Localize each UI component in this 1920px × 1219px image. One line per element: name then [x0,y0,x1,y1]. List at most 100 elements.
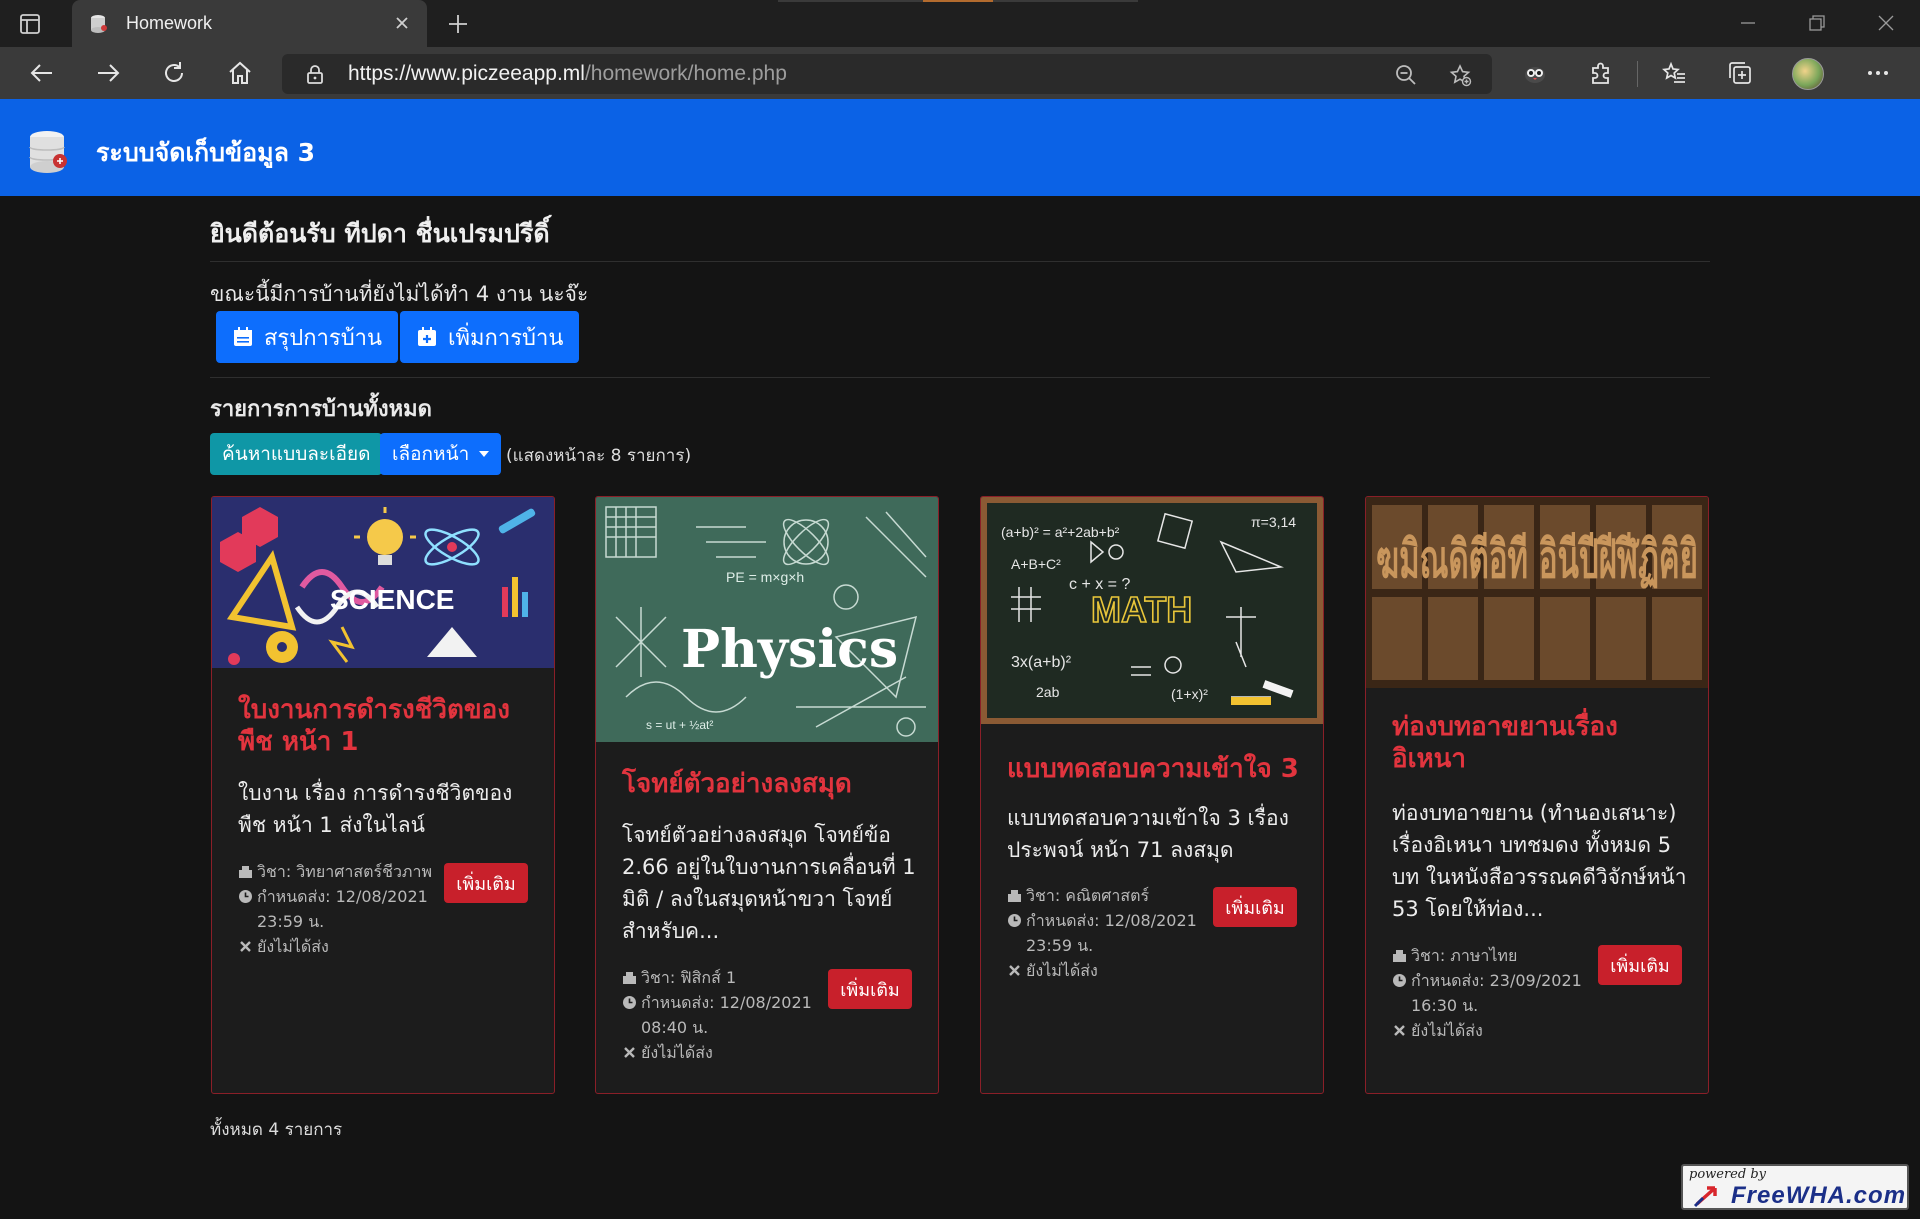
tab-actions-icon[interactable] [18,12,52,36]
card-status: ยังไม่ได้ส่ง [1411,1021,1483,1040]
back-icon[interactable] [28,59,56,87]
more-button[interactable]: เพิ่มเติม [1213,887,1297,927]
url-path: /homework/home.php [584,62,787,85]
homework-card: ฆมิณดิตีอิที อินีปีฝีฬีฏิฅิยิ ท่องบทอาขย… [1365,496,1709,1094]
browser-tab-homework[interactable]: Homework [72,0,427,47]
card-title[interactable]: แบบทดสอบความเข้าใจ 3 [1007,753,1303,785]
card-description: ใบงาน เรื่อง การดำรงชีวิตของพืช หน้า 1 ส… [238,781,513,837]
svg-text:s = ut + ½at²: s = ut + ½at² [646,718,713,732]
toolbar-separator [1637,61,1638,87]
forward-icon[interactable] [94,59,122,87]
favorites-icon[interactable] [1660,59,1688,87]
card-deadline: กำหนดส่ง: 12/08/2021 08:40 น. [641,993,812,1037]
add-homework-button-label: เพิ่มการบ้าน [448,325,564,351]
lock-icon[interactable] [304,63,326,85]
clock-icon [623,996,636,1009]
close-tab-icon[interactable] [391,12,413,34]
image-caption: Physics [681,619,898,680]
new-tab-icon[interactable] [445,11,471,37]
browser-toolbar: https://www.piczeeapp.ml/homework/home.p… [0,47,1920,99]
close-window-icon[interactable] [1871,8,1901,38]
card-description: โจทย์ตัวอย่างลงสมุด โจทย์ข้อ 2.66 อยู่ใน… [622,823,916,943]
browser-tab-bar: Homework [0,0,1920,47]
database-logo-icon[interactable] [26,129,72,175]
powered-by-label: powered by [1689,1167,1766,1182]
svg-text:A+B+C²: A+B+C² [1011,556,1061,572]
card-description: แบบทดสอบความเข้าใจ 3 เรื่อง ประพจน์ หน้า… [1007,806,1289,862]
brand-title[interactable]: ระบบจัดเก็บข้อมูล 3 [96,133,315,173]
image-caption: MATH [1091,589,1192,630]
clock-icon [1008,914,1021,927]
site-navbar: ระบบจัดเก็บข้อมูล 3 [0,99,1920,196]
subject-icon [623,972,636,984]
address-bar[interactable]: https://www.piczeeapp.ml/homework/home.p… [282,54,1492,94]
total-count: ทั้งหมด 4 รายการ [210,1120,343,1140]
subject-icon [239,866,252,878]
powered-by-badge[interactable]: powered by FreeWHA.com [1681,1164,1909,1210]
card-status: ยังไม่ได้ส่ง [1026,961,1098,980]
url-text[interactable]: https://www.piczeeapp.ml/homework/home.p… [348,62,787,86]
x-mark-icon [624,1047,635,1058]
image-caption: SCIENCE [330,584,454,615]
svg-text:3x(a+b)²: 3x(a+b)² [1011,654,1072,671]
card-title[interactable]: โจทย์ตัวอย่างลงสมุด [622,768,918,800]
zoom-out-icon[interactable] [1394,63,1418,87]
page-select-label: เลือกหน้า [392,443,470,465]
clock-icon [239,890,252,903]
add-favorite-icon[interactable] [1448,63,1472,87]
extensions-puzzle-icon[interactable] [1587,59,1615,87]
card-status: ยังไม่ได้ส่ง [257,937,329,956]
url-prefix: https:// [348,62,412,85]
home-icon[interactable] [226,59,254,87]
chevron-down-icon [479,451,490,457]
card-status: ยังไม่ได้ส่ง [641,1043,713,1062]
card-description: ท่องบทอาขยาน (ทำนองเสนาะ) เรื่องอิเหนา บ… [1392,801,1687,921]
pending-homework-text: ขณะนี้มีการบ้านที่ยังไม่ได้ทำ 4 งาน นะจ๊… [210,282,589,306]
card-subject: วิชา: วิทยาศาสตร์ชีวภาพ [257,862,433,881]
more-menu-icon[interactable] [1864,59,1892,87]
card-title[interactable]: ท่องบทอาขยานเรื่องอิเหนา [1392,711,1688,775]
more-button[interactable]: เพิ่มเติม [444,863,528,903]
extension-owl-icon[interactable] [1521,59,1549,87]
more-button[interactable]: เพิ่มเติม [828,969,912,1009]
tab-title: Homework [126,13,213,33]
collections-icon[interactable] [1726,59,1754,87]
card-meta: วิชา: ภาษาไทย กำหนดส่ง: 23/09/2021 16:30… [1392,943,1592,1043]
divider [210,377,1710,378]
card-deadline: กำหนดส่ง: 12/08/2021 23:59 น. [1026,911,1197,955]
card-meta: วิชา: ฟิสิกส์ 1 กำหนดส่ง: 12/08/2021 08:… [622,965,822,1065]
welcome-heading: ยินดีต้อนรับ ทีปดา ชื่นเปรมปรีดิ์ [210,219,550,248]
svg-text:(a+b)² = a²+2ab+b²: (a+b)² = a²+2ab+b² [1001,524,1120,540]
subject-icon [1393,950,1406,962]
card-deadline: กำหนดส่ง: 23/09/2021 16:30 น. [1411,971,1582,1015]
x-mark-icon [240,941,251,952]
x-mark-icon [1009,965,1020,976]
window-drag-accent [923,0,993,2]
more-button[interactable]: เพิ่มเติม [1598,945,1682,985]
page-select-dropdown[interactable]: เลือกหน้า [380,433,502,475]
science-card-image: SCIENCE [212,497,554,668]
restore-icon[interactable] [1802,8,1832,38]
thai-letters-card-image: ฆมิณดิตีอิที อินีปีฝีฬีฏิฅิยิ [1366,497,1708,688]
refresh-icon[interactable] [160,59,188,87]
math-card-image: (a+b)² = a²+2ab+b² π=3,14 A+B+C² c + x =… [981,497,1323,724]
minimize-icon[interactable] [1733,8,1763,38]
card-subject: วิชา: ฟิสิกส์ 1 [641,968,737,987]
calendar-plus-icon [418,327,436,346]
card-title[interactable]: ใบงานการดำรงชีวิตของพืช หน้า 1 [238,694,534,758]
summary-button-label: สรุปการบ้าน [264,325,383,351]
homework-card: PE = m×g×h s = ut + ½at² Physics โจทย์ตั… [595,496,939,1094]
per-page-note: (แสดงหน้าละ 8 รายการ) [506,446,692,466]
svg-text:(1+x)²: (1+x)² [1171,686,1208,702]
profile-avatar[interactable] [1792,58,1824,90]
summary-button[interactable]: สรุปการบ้าน [216,311,399,363]
homework-card: (a+b)² = a²+2ab+b² π=3,14 A+B+C² c + x =… [980,496,1324,1094]
url-host: www.piczeeapp.ml [411,62,585,85]
arrow-logo-icon [1693,1182,1727,1208]
section-title: รายการการบ้านทั้งหมด [210,397,432,422]
calendar-icon [234,327,252,346]
image-letters: ฆมิณดิตีอิที อินีปีฝีฬีฏิฅิยิ [1376,530,1698,590]
advanced-search-button[interactable]: ค้นหาแบบละเอียด [210,433,383,475]
card-meta: วิชา: วิทยาศาสตร์ชีวภาพ กำหนดส่ง: 12/08/… [238,859,438,959]
add-homework-button[interactable]: เพิ่มการบ้าน [400,311,580,363]
